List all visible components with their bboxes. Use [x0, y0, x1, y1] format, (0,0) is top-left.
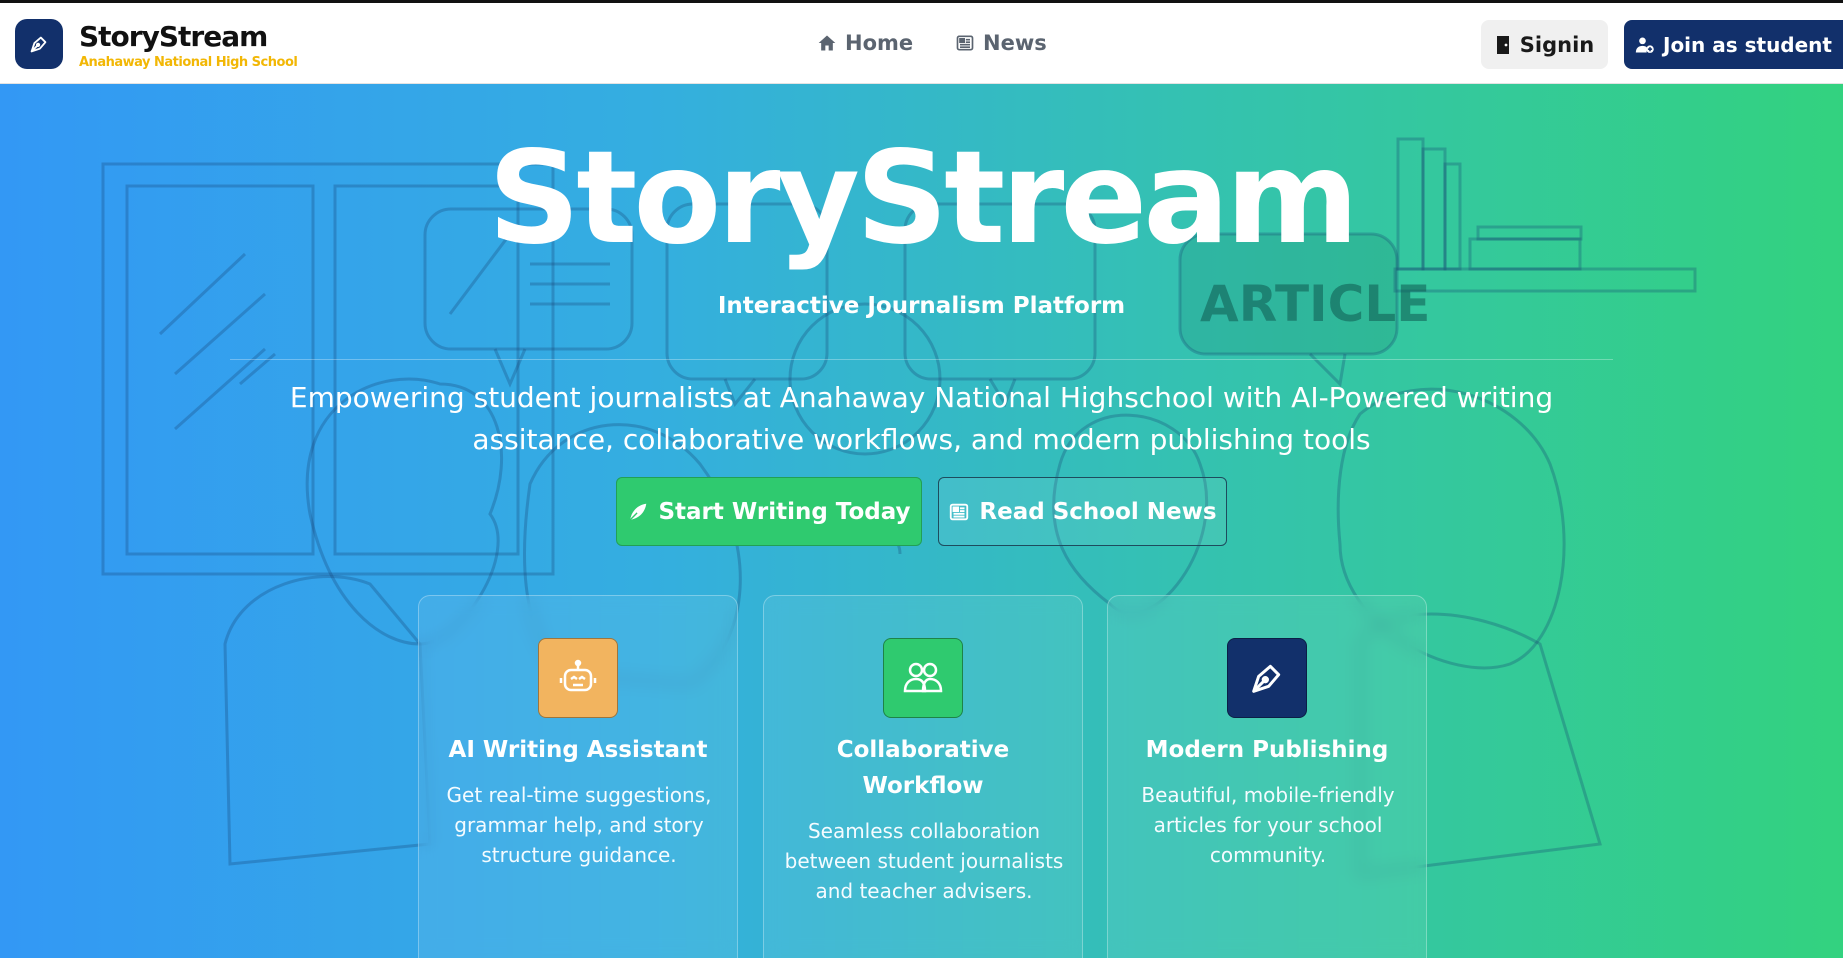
pen-nib-icon — [1252, 664, 1281, 693]
robot-icon — [559, 659, 597, 692]
start-writing-button[interactable]: Start Writing Today — [616, 477, 922, 546]
feature-description: Get real-time suggestions, grammar help,… — [446, 783, 712, 867]
hero-section: ARTICLE StoryStream Interactive Journali… — [0, 84, 1843, 958]
read-school-news-button[interactable]: Read School News — [938, 477, 1227, 546]
feature-card-collaborative-workflow: Collaborative Workflow Seamless collabor… — [763, 595, 1083, 958]
feature-title: Modern Publishing — [1145, 737, 1389, 763]
pen-nib-icon — [30, 36, 47, 53]
feature-title: AI Writing Assistant — [448, 737, 708, 763]
signin-button[interactable]: Signin — [1481, 20, 1608, 69]
feature-icon-box — [1227, 638, 1307, 718]
users-icon — [903, 662, 943, 693]
newspaper-icon — [950, 503, 969, 520]
start-writing-label: Start Writing Today — [658, 498, 911, 525]
feather-icon — [629, 503, 647, 521]
logo[interactable] — [15, 19, 63, 69]
hero-title: StoryStream — [488, 124, 1359, 273]
nav-news-link[interactable]: News — [955, 31, 1047, 55]
hero-description: Empowering student journalists at Anahaw… — [289, 381, 1554, 456]
join-as-student-button[interactable]: Join as student — [1624, 20, 1843, 69]
join-label: Join as student — [1663, 32, 1832, 57]
user-plus-icon — [1635, 37, 1654, 53]
hero-tagline: Interactive Journalism Platform — [717, 293, 1126, 319]
feature-description: Seamless collaboration between student j… — [784, 819, 1064, 903]
newspaper-icon — [956, 35, 974, 51]
nav-home-link[interactable]: Home — [817, 31, 913, 55]
feature-card-ai-writing: AI Writing Assistant Get real-time sugge… — [418, 595, 738, 958]
feature-card-modern-publishing: Modern Publishing Beautiful, mobile-frie… — [1107, 595, 1427, 958]
navbar: StoryStream Anahaway National High Schoo… — [0, 3, 1843, 84]
nav-news-label: News — [983, 31, 1047, 55]
feature-icon-box — [883, 638, 963, 718]
signin-label: Signin — [1519, 32, 1595, 57]
feature-description: Beautiful, mobile-friendly articles for … — [1141, 783, 1395, 867]
read-school-news-label: Read School News — [979, 498, 1217, 525]
hero-divider — [230, 359, 1613, 360]
door-icon — [1496, 35, 1509, 54]
brand-subtitle: Anahaway National High School — [79, 55, 298, 70]
feature-icon-box — [538, 638, 618, 718]
feature-title: Collaborative Workflow — [836, 737, 1010, 799]
home-icon — [818, 35, 836, 51]
nav-home-label: Home — [845, 31, 914, 55]
brand-name[interactable]: StoryStream — [79, 20, 268, 53]
